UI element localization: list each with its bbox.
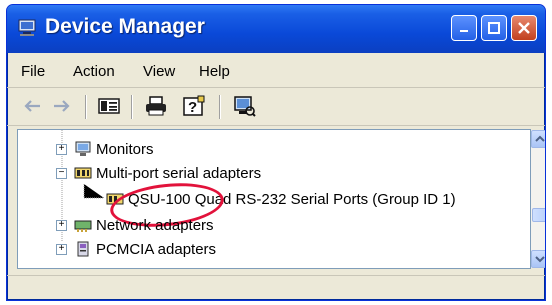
- tree-item-network-adapters[interactable]: Network adapters: [74, 214, 214, 236]
- tree-item-label: Monitors: [96, 140, 154, 158]
- tree-item-pcmcia-adapters[interactable]: PCMCIA adapters: [74, 238, 216, 260]
- tree-item-label: Network adapters: [96, 216, 214, 234]
- title-bar[interactable]: Device Manager: [7, 5, 545, 53]
- close-button[interactable]: [511, 15, 537, 41]
- svg-text:?: ?: [188, 99, 197, 116]
- monitor-icon: [75, 141, 91, 156]
- help-icon[interactable]: ?: [181, 95, 207, 117]
- device-manager-window: Device Manager File Action View Help ? +…: [6, 4, 546, 301]
- menu-help[interactable]: Help: [199, 63, 230, 80]
- scan-hardware-icon[interactable]: [231, 95, 257, 117]
- expander-network[interactable]: +: [56, 220, 67, 231]
- network-icon: [74, 220, 92, 232]
- expander-multiport[interactable]: −: [56, 168, 67, 179]
- computer-icon: [18, 19, 36, 36]
- vertical-scrollbar[interactable]: [531, 130, 545, 268]
- minimize-button[interactable]: [451, 15, 477, 41]
- properties-icon[interactable]: [97, 95, 121, 117]
- menu-view[interactable]: View: [143, 63, 175, 80]
- tree-item-multi-port-serial-adapters[interactable]: Multi-port serial adapters: [74, 162, 261, 184]
- chevron-up-icon: [535, 135, 545, 142]
- print-icon[interactable]: [143, 95, 169, 117]
- scroll-down-button[interactable]: [531, 250, 545, 268]
- expander-pcmcia[interactable]: +: [56, 244, 67, 255]
- scroll-thumb[interactable]: [532, 208, 545, 222]
- toolbar-separator: [131, 95, 133, 119]
- tree-item-label: Multi-port serial adapters: [96, 164, 262, 182]
- chevron-down-icon: [535, 256, 545, 263]
- window-title: Device Manager: [45, 15, 205, 38]
- minimize-icon: [452, 16, 476, 40]
- maximize-icon: [482, 16, 506, 40]
- serial-adapter-icon: [74, 167, 92, 179]
- menu-file[interactable]: File: [21, 63, 45, 80]
- menu-bar: File Action View Help: [7, 57, 545, 88]
- toolbar: ?: [7, 89, 545, 126]
- toolbar-separator: [219, 95, 221, 119]
- toolbar-separator: [85, 95, 87, 119]
- tree-item-label: PCMCIA adapters: [96, 240, 217, 258]
- forward-arrow-icon[interactable]: [51, 95, 73, 117]
- device-tree[interactable]: + Monitors − Multi-port serial adapters …: [17, 129, 545, 269]
- tree-item-monitors[interactable]: Monitors: [74, 138, 154, 160]
- status-bar: [7, 275, 545, 300]
- menu-action[interactable]: Action: [73, 63, 115, 80]
- scroll-up-button[interactable]: [531, 130, 545, 148]
- close-icon: [512, 16, 536, 40]
- pcmcia-icon: [77, 241, 89, 257]
- back-arrow-icon[interactable]: [21, 95, 43, 117]
- expander-monitors[interactable]: +: [56, 144, 67, 155]
- maximize-button[interactable]: [481, 15, 507, 41]
